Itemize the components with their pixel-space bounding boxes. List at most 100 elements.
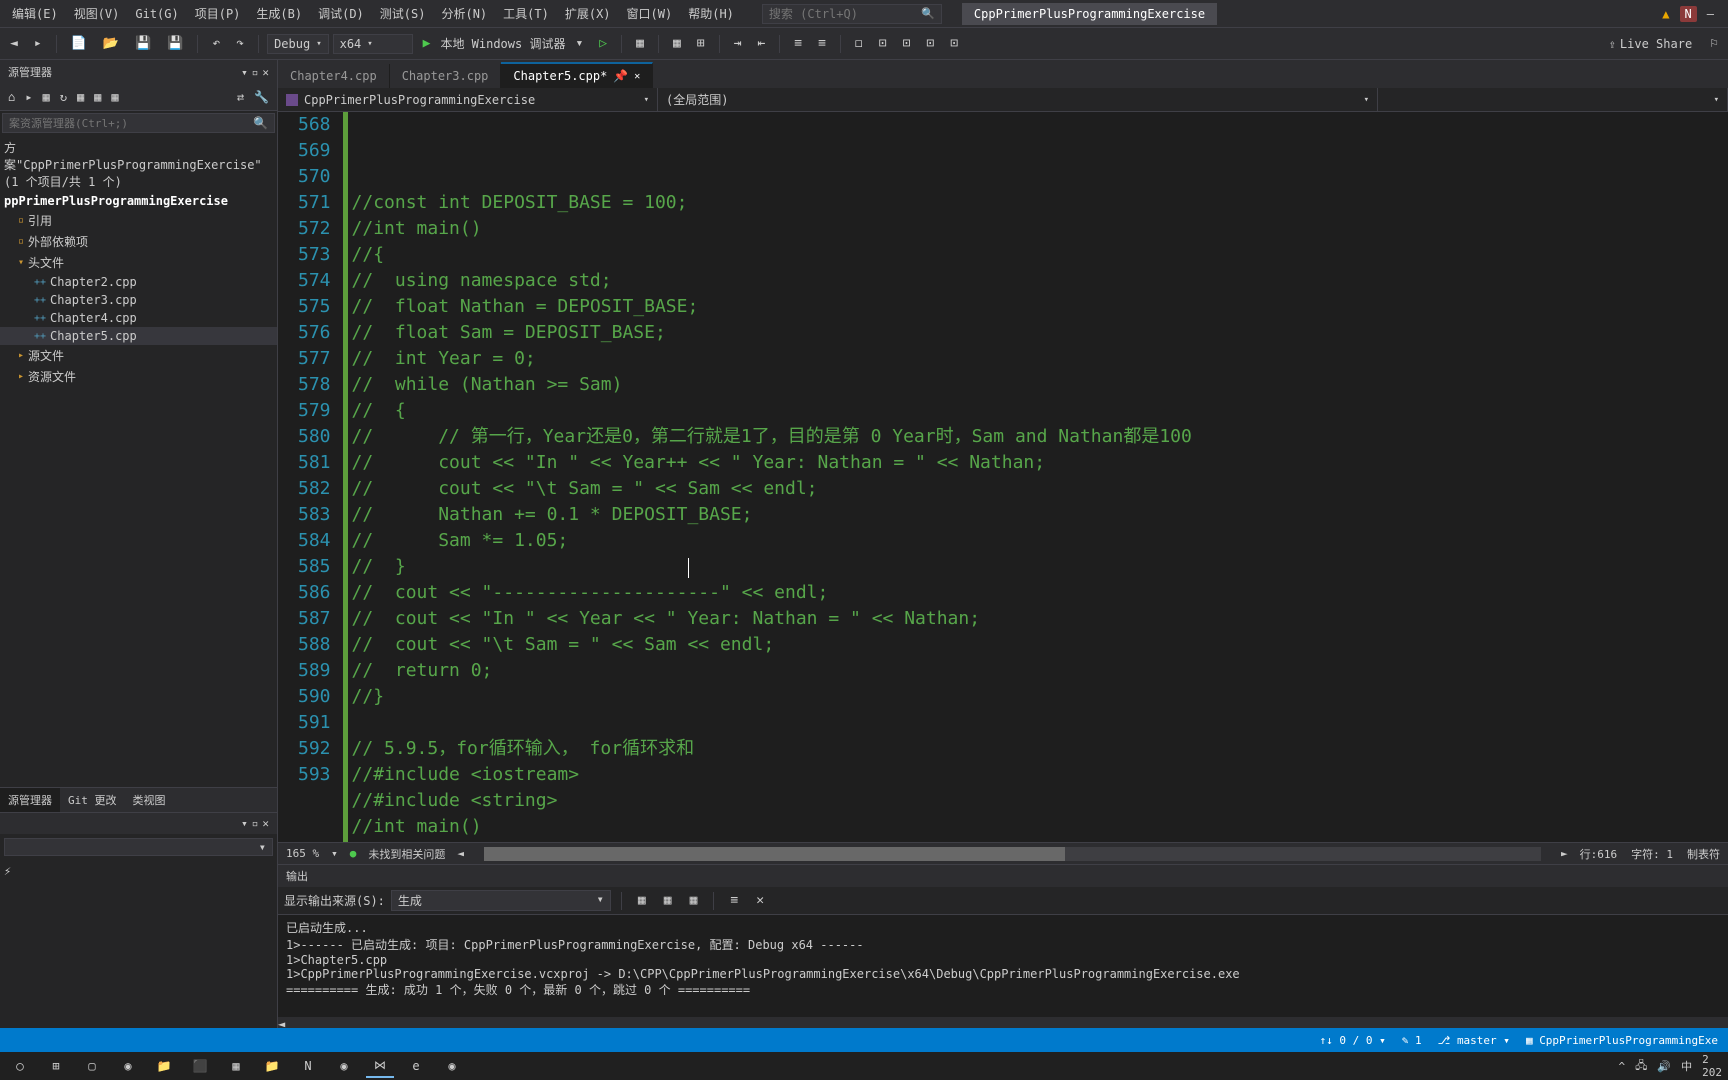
tb-icon-9[interactable]: ⊡ bbox=[873, 33, 893, 54]
scroll-left-icon[interactable]: ◄ bbox=[457, 847, 464, 860]
lightning-icon[interactable]: ⚡ bbox=[4, 864, 11, 878]
refresh-icon[interactable]: ↻ bbox=[56, 88, 71, 106]
pin-icon[interactable]: 📌 bbox=[613, 69, 628, 83]
obs-icon[interactable]: ◉ bbox=[438, 1054, 466, 1078]
tb-b-icon[interactable]: ▦ bbox=[38, 88, 53, 106]
code-editor[interactable]: 5685695705715725735745755765775785795805… bbox=[278, 112, 1728, 842]
out-icon-4[interactable]: ≡ bbox=[724, 890, 744, 911]
tb-icon-6[interactable]: ≡ bbox=[788, 33, 808, 54]
file-chapter4[interactable]: ++Chapter4.cpp bbox=[0, 309, 277, 327]
tb-icon-1[interactable]: ▦ bbox=[630, 33, 650, 54]
output-source-dropdown[interactable]: 生成 bbox=[391, 890, 611, 911]
wrench-icon[interactable]: 🔧 bbox=[250, 88, 273, 106]
nav-member-dropdown[interactable] bbox=[1378, 88, 1728, 111]
tb-d-icon[interactable]: ▦ bbox=[90, 88, 105, 106]
menu-build[interactable]: 生成(B) bbox=[248, 1, 310, 26]
source-files-node[interactable]: ▸源文件 bbox=[0, 345, 277, 366]
clock[interactable]: 2202 bbox=[1702, 1053, 1722, 1079]
explorer-search[interactable]: 🔍 bbox=[2, 113, 275, 133]
onenote-icon[interactable]: N bbox=[294, 1054, 322, 1078]
home-icon[interactable]: ⌂ bbox=[4, 88, 19, 106]
back-button[interactable]: ◄ bbox=[4, 33, 24, 54]
explorer-search-input[interactable] bbox=[9, 117, 253, 130]
tray-expand-icon[interactable]: ^ bbox=[1619, 1060, 1626, 1073]
tb-icon-4[interactable]: ⇥ bbox=[728, 33, 748, 54]
properties-dropdown[interactable] bbox=[4, 838, 273, 856]
tb-icon-10[interactable]: ⊡ bbox=[897, 33, 917, 54]
switch-view-icon[interactable]: ⇄ bbox=[233, 88, 248, 106]
edge-icon[interactable]: e bbox=[402, 1054, 430, 1078]
start-debug-button[interactable]: ▶ bbox=[417, 33, 437, 54]
feedback-icon[interactable]: ⚐ bbox=[1704, 33, 1724, 54]
menu-help[interactable]: 帮助(H) bbox=[680, 1, 742, 26]
dropdown-icon[interactable]: ▾ bbox=[241, 817, 248, 830]
menu-view[interactable]: 视图(V) bbox=[66, 1, 128, 26]
tab-class-view[interactable]: 类视图 bbox=[125, 788, 174, 812]
menu-test[interactable]: 测试(S) bbox=[372, 1, 434, 26]
open-icon[interactable]: 📂 bbox=[97, 33, 125, 54]
close-icon[interactable]: ✕ bbox=[634, 71, 640, 82]
out-icon-2[interactable]: ▦ bbox=[658, 890, 678, 911]
pin-icon[interactable]: ▫ bbox=[252, 817, 259, 830]
project-node[interactable]: ppPrimerPlusProgrammingExercise bbox=[0, 192, 277, 210]
tb-icon-12[interactable]: ⊡ bbox=[944, 33, 964, 54]
menu-debug[interactable]: 调试(D) bbox=[310, 1, 372, 26]
new-file-icon[interactable]: 📄 bbox=[65, 33, 93, 54]
config-dropdown[interactable]: Debug bbox=[267, 34, 329, 54]
horizontal-scrollbar[interactable] bbox=[484, 847, 1541, 861]
debug-dropdown-icon[interactable]: ▾ bbox=[569, 33, 589, 54]
task-view-icon[interactable]: ⊞ bbox=[42, 1054, 70, 1078]
file-chapter5[interactable]: ++Chapter5.cpp bbox=[0, 327, 277, 345]
tb-a-icon[interactable]: ▸ bbox=[21, 88, 36, 106]
close-icon[interactable]: ✕ bbox=[262, 66, 269, 79]
app-3-icon[interactable]: ▦ bbox=[222, 1054, 250, 1078]
menu-git[interactable]: Git(G) bbox=[127, 3, 186, 25]
ime-icon[interactable]: 中 bbox=[1681, 1058, 1692, 1074]
warning-icon[interactable]: ▲ bbox=[1662, 7, 1669, 21]
scroll-thumb[interactable] bbox=[484, 847, 1065, 861]
changes-indicator[interactable]: ✎ 1 bbox=[1402, 1034, 1422, 1047]
chrome-icon[interactable]: ◉ bbox=[330, 1054, 358, 1078]
pin-icon[interactable]: ▫ bbox=[252, 66, 259, 79]
save-icon[interactable]: 💾 bbox=[129, 33, 157, 54]
headers-node[interactable]: ▾头文件 bbox=[0, 252, 277, 273]
file-chapter3[interactable]: ++Chapter3.cpp bbox=[0, 291, 277, 309]
minimize-icon[interactable]: — bbox=[1707, 7, 1714, 21]
zoom-dropdown-icon[interactable]: ▾ bbox=[331, 847, 338, 860]
file-chapter2[interactable]: ++Chapter2.cpp bbox=[0, 273, 277, 291]
volume-icon[interactable]: 🔊 bbox=[1657, 1060, 1671, 1073]
tb-icon-11[interactable]: ⊡ bbox=[920, 33, 940, 54]
menu-extensions[interactable]: 扩展(X) bbox=[557, 1, 619, 26]
app-1-icon[interactable]: ▢ bbox=[78, 1054, 106, 1078]
repo-indicator[interactable]: ▦ CppPrimerPlusProgrammingExe bbox=[1526, 1034, 1718, 1047]
tab-explorer[interactable]: 源管理器 bbox=[0, 788, 60, 812]
tb-c-icon[interactable]: ▦ bbox=[73, 88, 88, 106]
out-icon-1[interactable]: ▦ bbox=[632, 890, 652, 911]
errors-indicator[interactable]: ↑↓ 0 / 0 ▾ bbox=[1320, 1034, 1386, 1047]
live-share-button[interactable]: ⇪ Live Share bbox=[1601, 37, 1700, 51]
search-input[interactable] bbox=[769, 7, 919, 21]
menu-project[interactable]: 项目(P) bbox=[187, 1, 249, 26]
tab-chapter4[interactable]: Chapter4.cpp bbox=[278, 64, 390, 88]
tb-icon-5[interactable]: ⇤ bbox=[751, 33, 771, 54]
tb-icon-3[interactable]: ⊞ bbox=[691, 33, 711, 54]
redo-button[interactable]: ↷ bbox=[230, 33, 250, 54]
close-icon[interactable]: ✕ bbox=[262, 817, 269, 830]
save-all-icon[interactable]: 💾 bbox=[161, 33, 189, 54]
scroll-right-icon[interactable]: ► bbox=[1561, 847, 1568, 860]
debugger-label[interactable]: 本地 Windows 调试器 bbox=[440, 35, 565, 52]
out-icon-3[interactable]: ▦ bbox=[684, 890, 704, 911]
nav-scope-dropdown[interactable]: (全局范围) bbox=[658, 88, 1378, 111]
start-button[interactable]: ◯ bbox=[6, 1054, 34, 1078]
vs-icon[interactable]: ⋈ bbox=[366, 1054, 394, 1078]
menu-analyze[interactable]: 分析(N) bbox=[433, 1, 495, 26]
resource-files-node[interactable]: ▸资源文件 bbox=[0, 366, 277, 387]
tb-icon-8[interactable]: ◻ bbox=[849, 33, 869, 54]
clear-icon[interactable]: ✕ bbox=[750, 890, 770, 911]
references-node[interactable]: ▫引用 bbox=[0, 210, 277, 231]
undo-button[interactable]: ↶ bbox=[206, 33, 226, 54]
tab-chapter3[interactable]: Chapter3.cpp bbox=[390, 64, 502, 88]
zoom-level[interactable]: 165 % bbox=[286, 847, 319, 860]
menu-tools[interactable]: 工具(T) bbox=[495, 1, 557, 26]
nav-project-dropdown[interactable]: CppPrimerPlusProgrammingExercise bbox=[278, 88, 658, 111]
